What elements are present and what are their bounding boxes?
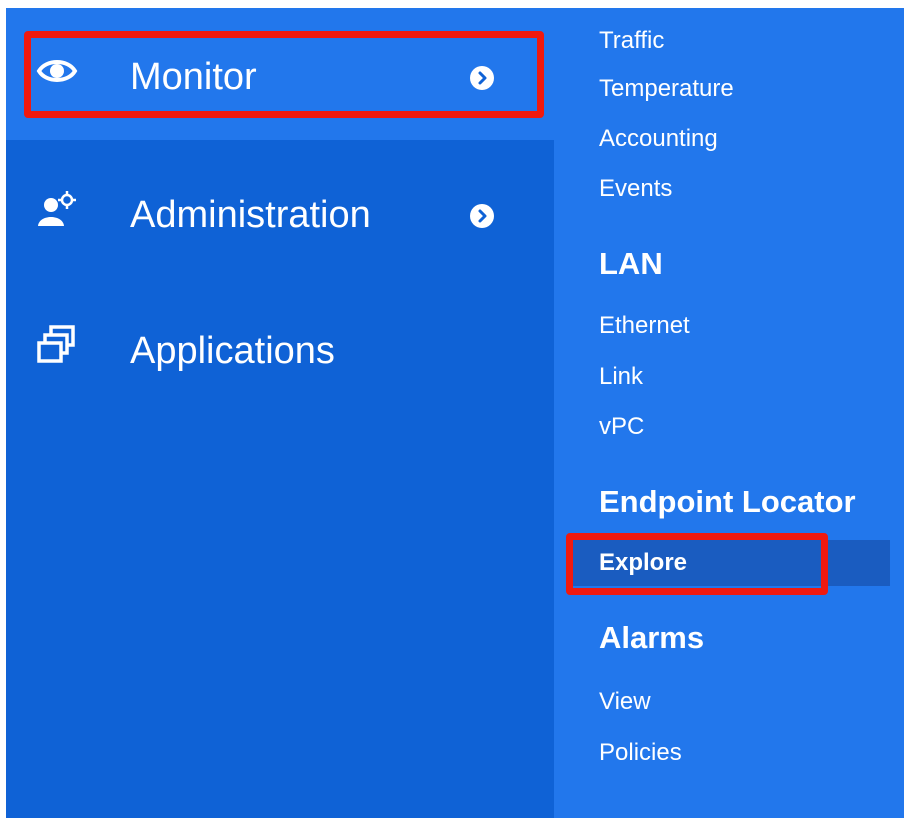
submenu-link-events[interactable]: Events xyxy=(599,175,672,203)
nav-item-monitor[interactable]: Monitor xyxy=(6,8,554,140)
nav-item-applications[interactable]: Applications xyxy=(6,284,554,404)
app-frame: Monitor Administration Applications Traf… xyxy=(0,0,904,818)
submenu-link-vpc[interactable]: vPC xyxy=(599,413,644,441)
submenu-link-temperature[interactable]: Temperature xyxy=(599,75,734,103)
submenu-link-view[interactable]: View xyxy=(599,688,651,716)
windows-stack-icon xyxy=(36,324,78,366)
submenu-link-policies[interactable]: Policies xyxy=(599,739,682,767)
chevron-right-icon[interactable] xyxy=(470,204,494,228)
user-gear-icon xyxy=(36,190,78,232)
submenu-link-accounting[interactable]: Accounting xyxy=(599,125,718,153)
submenu-link-link[interactable]: Link xyxy=(599,363,643,391)
nav-item-label: Monitor xyxy=(130,56,257,98)
submenu-heading-alarms: Alarms xyxy=(599,620,705,655)
left-navigation: Monitor Administration Applications xyxy=(6,8,554,818)
nav-item-label: Applications xyxy=(130,330,335,372)
submenu-heading-lan: LAN xyxy=(599,246,663,281)
submenu-heading-endpoint-locator: Endpoint Locator xyxy=(599,484,856,519)
submenu-link-traffic[interactable]: Traffic xyxy=(599,27,664,55)
monitor-submenu: Traffic Temperature Accounting Events LA… xyxy=(554,8,904,818)
nav-item-label: Administration xyxy=(130,194,371,236)
eye-icon xyxy=(36,50,78,92)
submenu-link-ethernet[interactable]: Ethernet xyxy=(599,312,690,340)
submenu-link-explore[interactable]: Explore xyxy=(599,549,687,577)
chevron-right-icon[interactable] xyxy=(470,66,494,90)
nav-item-administration[interactable]: Administration xyxy=(6,148,554,268)
